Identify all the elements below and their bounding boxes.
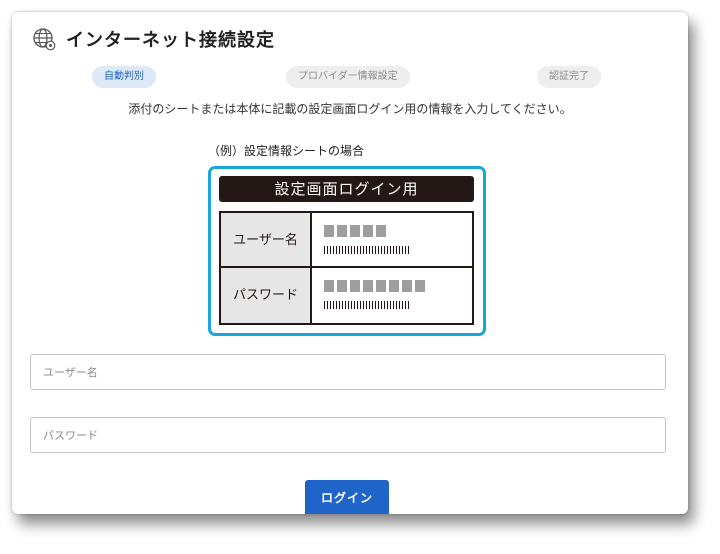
example-caption: （例）設定情報シートの場合 xyxy=(208,144,365,158)
login-button[interactable]: ログイン xyxy=(305,480,389,514)
masked-char-block xyxy=(350,280,360,292)
username-input[interactable] xyxy=(30,354,666,390)
progress-steps: 自動判別 プロバイダー情報設定 認証完了 xyxy=(12,66,688,88)
settings-sheet-illustration: 設定画面ログイン用 ユーザー名 パスワード xyxy=(208,166,486,336)
sheet-title: 設定画面ログイン用 xyxy=(219,176,474,202)
masked-char-block xyxy=(376,280,386,292)
masked-char-block xyxy=(376,225,386,237)
masked-char-block xyxy=(389,280,399,292)
sheet-row-value xyxy=(314,213,472,266)
masked-username xyxy=(324,225,389,237)
setup-window: インターネット接続設定 自動判別 プロバイダー情報設定 認証完了 添付のシートま… xyxy=(12,12,688,514)
masked-char-block xyxy=(363,225,373,237)
sheet-row-label: ユーザー名 xyxy=(221,213,312,266)
barcode-graphic xyxy=(324,246,410,254)
masked-char-block xyxy=(350,225,360,237)
globe-settings-icon xyxy=(33,28,56,51)
masked-char-block xyxy=(415,280,425,292)
masked-char-block xyxy=(363,280,373,292)
step-provider-settings: プロバイダー情報設定 xyxy=(286,66,410,88)
masked-password xyxy=(324,280,428,292)
sheet-row-password: パスワード xyxy=(221,268,472,323)
page-title: インターネット接続設定 xyxy=(66,30,275,51)
sheet-table: ユーザー名 パスワード xyxy=(219,211,474,325)
page-header: インターネット接続設定 xyxy=(32,26,275,52)
sheet-row-username: ユーザー名 xyxy=(221,213,472,268)
instruction-text: 添付のシートまたは本体に記載の設定画面ログイン用の情報を入力してください。 xyxy=(128,102,572,116)
password-input[interactable] xyxy=(30,417,666,453)
step-auth-complete: 認証完了 xyxy=(537,66,601,88)
masked-char-block xyxy=(337,280,347,292)
step-auto-detect: 自動判別 xyxy=(92,66,156,88)
masked-char-block xyxy=(324,280,334,292)
masked-char-block xyxy=(324,225,334,237)
barcode-graphic xyxy=(324,301,410,309)
sheet-row-value xyxy=(314,268,472,323)
masked-char-block xyxy=(337,225,347,237)
masked-char-block xyxy=(402,280,412,292)
sheet-row-label: パスワード xyxy=(221,268,312,323)
